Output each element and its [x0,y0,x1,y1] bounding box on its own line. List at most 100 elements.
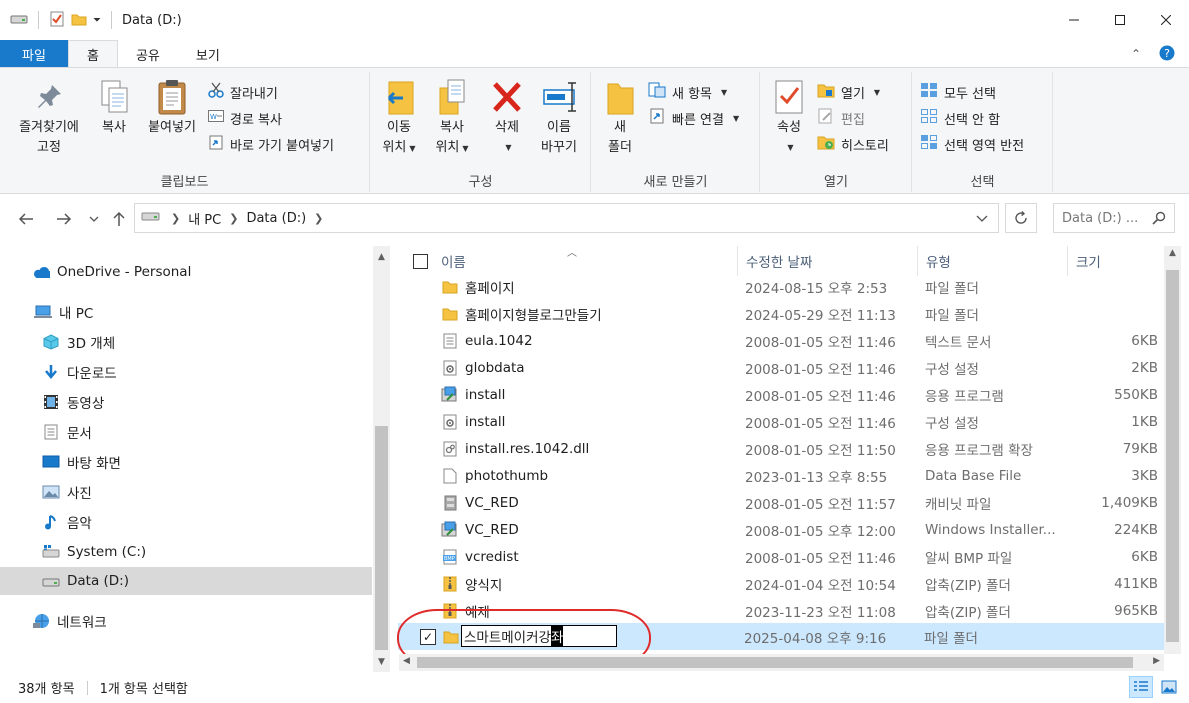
tab-home[interactable]: 홈 [68,40,118,68]
cut-button[interactable]: 잘라내기 [208,80,278,104]
paste-shortcut-button[interactable]: 바로 가기 붙여넣기 [208,132,334,156]
table-row[interactable]: globdata 2008-01-05 오전 11:46 구성 설정 2KB [409,354,1164,381]
rename-button[interactable]: 이름 바꾸기 [533,78,585,158]
qat-dropdown-icon[interactable]: ⏷ [93,15,101,26]
search-input[interactable]: Data (D:) ... [1062,211,1138,226]
file-name: VC_RED [465,521,519,538]
nav-item-downloads[interactable]: 다운로드 [0,358,372,386]
select-none-button[interactable]: 선택 안 함 [920,106,1000,130]
search-box[interactable]: Data (D:) ... [1053,203,1175,233]
scroll-right-arrow-icon[interactable]: ▶ [1153,656,1160,666]
table-row[interactable]: install 2008-01-05 오전 11:46 응용 프로그램 550KB [409,381,1164,408]
paste-button[interactable]: 붙여넣기 [140,78,204,138]
scroll-down-arrow-icon[interactable]: ▼ [373,653,390,670]
table-row[interactable]: photothumb 2023-01-13 오후 8:55 Data Base Fi… [409,462,1164,489]
scroll-up-arrow-icon[interactable]: ▲ [373,248,390,265]
breadcrumb-chevron-icon-3[interactable]: ❯ [314,212,323,225]
table-row[interactable]: VC_RED 2008-01-05 오전 11:57 캐비닛 파일 1,409KB [409,489,1164,516]
close-button[interactable] [1143,0,1189,40]
open-button[interactable]: 열기 ▼ [817,80,880,104]
table-row[interactable]: install.res.1042.dll 2008-01-05 오전 11:50 응… [409,435,1164,462]
nav-item-music[interactable]: 음악 [0,508,372,536]
details-view-button[interactable] [1129,676,1153,698]
address-bar[interactable]: ❯ 내 PC ❯ Data (D:) ❯ [134,203,999,233]
file-scrollbar-thumb[interactable] [1166,270,1179,642]
forward-button[interactable] [52,206,76,232]
row-checkbox-checked[interactable]: ✓ [420,628,436,645]
easy-access-button[interactable]: 빠른 연결 ▼ [648,106,739,130]
rename-icon [542,78,576,116]
file-date: 2023-01-13 오후 8:55 [745,469,888,486]
copy-button[interactable]: 복사 [92,78,136,138]
back-button[interactable] [14,206,38,232]
nav-item-system-c[interactable]: System (C:) [0,538,372,566]
select-all-button[interactable]: 모두 선택 [920,80,996,104]
copy-to-button[interactable]: 복사 위치 ▼ [427,78,477,159]
column-name[interactable]: 이름 ︿ [435,246,738,276]
tab-file[interactable]: 파일 [0,40,68,68]
address-dropdown-icon[interactable] [976,212,988,227]
scroll-left-arrow-icon[interactable]: ◀ [403,656,410,666]
up-button[interactable] [108,206,130,232]
table-row[interactable]: eula.1042 2008-01-05 오전 11:46 텍스트 문서 6KB [409,327,1164,354]
breadcrumb-data-drive[interactable]: Data (D:) [246,211,306,226]
nav-item-desktop[interactable]: 바탕 화면 [0,448,372,476]
navigation-pane-scrollbar[interactable]: ▲ ▼ [373,246,390,672]
properties-button[interactable]: 속성 ▼ [767,78,811,158]
collapse-ribbon-icon[interactable]: ⌃ [1131,47,1141,61]
column-size[interactable]: 크기 [1068,246,1164,276]
nav-item-onedrive[interactable]: OneDrive - Personal [0,258,372,286]
search-icon [1152,211,1166,225]
copy-path-icon: W [208,109,224,127]
rename-input[interactable]: 스마트메이커강 좌 [461,625,617,647]
move-to-button[interactable]: 이동 위치 ▼ [377,78,421,159]
file-scroll-up-arrow-icon[interactable]: ▲ [1164,248,1181,258]
minimize-button[interactable] [1051,0,1097,40]
tab-view[interactable]: 보기 [178,40,238,68]
table-row[interactable]: 예제 2023-11-23 오전 11:08 압축(ZIP) 폴더 965KB [409,597,1164,624]
nav-item-videos[interactable]: 동영상 [0,388,372,416]
header-select-all-checkbox[interactable] [407,246,435,276]
large-icons-view-button[interactable] [1157,676,1181,698]
nav-item-data-d[interactable]: Data (D:) [0,567,372,595]
table-row[interactable]: VC_RED 2008-01-05 오후 12:00 Windows Install… [409,516,1164,543]
nav-item-my-pc[interactable]: 내 PC [0,298,372,326]
qat-separator [38,11,39,29]
nav-item-pictures[interactable]: 사진 [0,478,372,506]
scrollbar-thumb[interactable] [375,426,388,650]
invert-selection-button[interactable]: 선택 영역 반전 [920,132,1024,156]
table-row[interactable]: 홈페이지 2024-08-15 오후 2:53 파일 폴더 [409,273,1164,300]
breadcrumb-chevron-icon[interactable]: ❯ [171,212,180,225]
breadcrumb-chevron-icon-2[interactable]: ❯ [229,212,238,225]
copy-path-button[interactable]: W 경로 복사 [208,106,282,130]
recent-locations-button[interactable] [86,206,102,232]
new-item-button[interactable]: 새 항목 ▼ [648,80,727,104]
nav-item-3d-objects[interactable]: 3D 개체 [0,328,372,356]
horizontal-scrollbar-thumb[interactable] [417,657,1133,668]
file-list-scrollbar[interactable]: ▲ [1164,246,1181,654]
properties-icon[interactable] [49,11,65,30]
horizontal-scrollbar[interactable]: ◀ ▶ [399,654,1164,671]
tab-share[interactable]: 공유 [118,40,178,68]
nav-item-documents[interactable]: 문서 [0,418,372,446]
column-date[interactable]: 수정한 날짜 [738,246,918,276]
pin-to-quick-access-button[interactable]: 즐겨찾기에 고정 [6,78,92,158]
history-button[interactable]: 히스토리 [817,132,889,156]
maximize-button[interactable] [1097,0,1143,40]
table-row[interactable]: 홈페이지형블로그만들기 2024-05-29 오전 11:13 파일 폴더 [409,300,1164,327]
file-name: photothumb [465,467,549,484]
table-row[interactable]: install 2008-01-05 오전 11:46 구성 설정 1KB [409,408,1164,435]
status-bar: 38개 항목 1개 항목 선택함 [0,672,1189,703]
table-row-renaming[interactable]: ✓ 스마트메이커강 좌 2025-04-08 오후 9:16 파일 폴더 [398,623,1164,650]
delete-button[interactable]: 삭제 ▼ [485,78,529,158]
column-type[interactable]: 유형 [918,246,1068,276]
help-icon[interactable]: ? [1159,45,1175,64]
new-folder-button[interactable]: 새 폴더 [598,78,642,158]
refresh-button[interactable] [1005,203,1037,233]
nav-item-network[interactable]: 네트워크 [0,607,372,635]
table-row[interactable]: BMP vcredist 2008-01-05 오전 11:46 알씨 BMP 파일 6… [409,543,1164,570]
new-folder-icon[interactable] [71,11,87,30]
table-row[interactable]: 양식지 2024-01-04 오전 10:54 압축(ZIP) 폴더 411KB [409,570,1164,597]
edit-button[interactable]: 편집 [817,106,865,130]
breadcrumb-my-pc[interactable]: 내 PC [188,209,221,228]
